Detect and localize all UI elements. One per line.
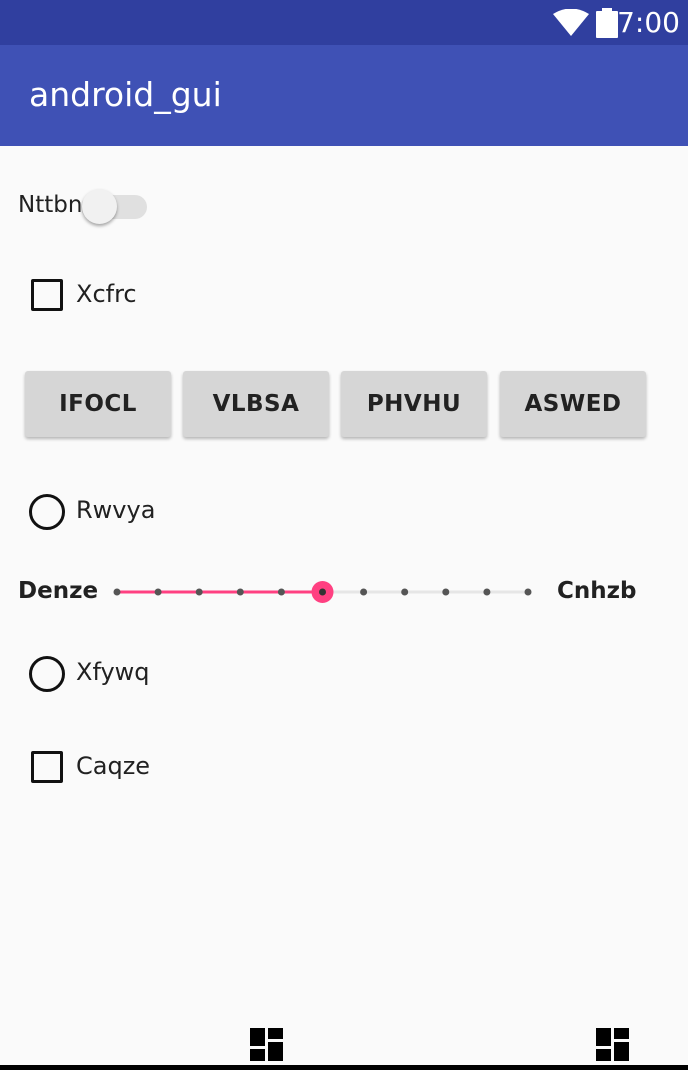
navigation-bar bbox=[0, 1018, 688, 1070]
nav-bottom-edge bbox=[0, 1065, 688, 1070]
seekbar-tick bbox=[360, 588, 368, 596]
checkbox-label: Caqze bbox=[76, 752, 151, 780]
status-bar: 7:00 bbox=[0, 0, 688, 45]
seekbar-left-label: Denze bbox=[18, 578, 99, 604]
checkbox-box[interactable] bbox=[31, 751, 63, 783]
radio-circle[interactable] bbox=[29, 494, 65, 530]
switch-label: Nttbn bbox=[18, 192, 83, 218]
wifi-icon bbox=[553, 9, 589, 36]
checkbox-box[interactable] bbox=[31, 279, 63, 311]
app-title: android_gui bbox=[29, 75, 222, 114]
seekbar-tick bbox=[401, 588, 409, 596]
radio-label: Xfywq bbox=[76, 658, 150, 686]
radio-circle[interactable] bbox=[29, 656, 65, 692]
radio-label: Rwvya bbox=[76, 496, 156, 524]
switch-thumb[interactable] bbox=[82, 189, 117, 224]
seekbar-right-label: Cnhzb bbox=[557, 578, 637, 604]
dashboard-icon[interactable] bbox=[596, 1028, 629, 1061]
seekbar-tick bbox=[483, 588, 491, 596]
checkbox-label: Xcfrc bbox=[76, 280, 137, 308]
seekbar-tick bbox=[113, 588, 121, 596]
seekbar-tick bbox=[195, 588, 203, 596]
button-3[interactable]: PHVHU bbox=[341, 371, 487, 437]
seekbar-tick bbox=[524, 588, 532, 596]
button-1[interactable]: IFOCL bbox=[25, 371, 171, 437]
status-time: 7:00 bbox=[617, 6, 680, 39]
battery-icon bbox=[596, 8, 618, 38]
seekbar-tick bbox=[442, 588, 450, 596]
app-bar: android_gui bbox=[0, 45, 688, 146]
button-2[interactable]: VLBSA bbox=[183, 371, 329, 437]
seekbar-row: Denze Cnhzb bbox=[0, 568, 688, 616]
seekbar-thumb-dot bbox=[319, 588, 326, 596]
dashboard-icon[interactable] bbox=[250, 1028, 283, 1061]
button-4[interactable]: ASWED bbox=[500, 371, 646, 437]
seekbar-tick bbox=[154, 588, 162, 596]
seekbar-tick bbox=[236, 588, 244, 596]
seekbar[interactable] bbox=[100, 568, 540, 616]
seekbar-tick bbox=[277, 588, 285, 596]
